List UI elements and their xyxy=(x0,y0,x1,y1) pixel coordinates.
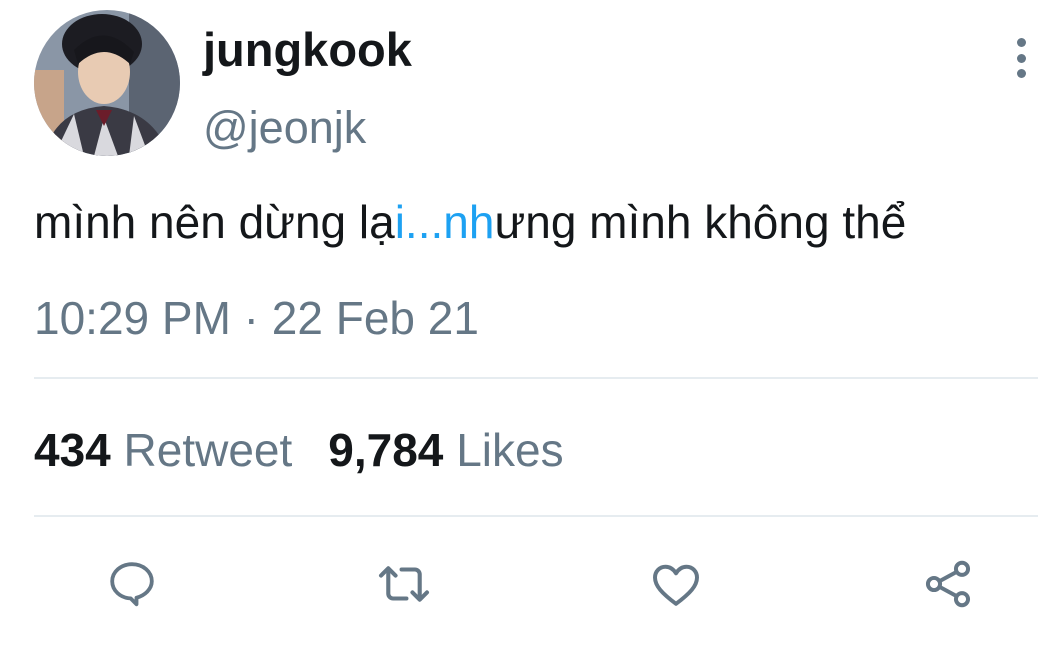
likes-stat[interactable]: 9,784 Likes xyxy=(328,424,563,476)
like-button[interactable] xyxy=(644,552,708,616)
reply-icon xyxy=(110,562,154,607)
likes-count: 9,784 xyxy=(328,424,444,476)
tweet-card: jungkook @jeonjk mình nên dừng lại...như… xyxy=(0,0,1038,665)
divider xyxy=(34,515,1038,517)
more-options-icon[interactable] xyxy=(1004,36,1038,80)
tweet-stats: 434 Retweet 9,784 Likes xyxy=(34,420,564,480)
display-name[interactable]: jungkook xyxy=(203,22,412,78)
tweet-text-part: mình nên dừng lạ xyxy=(34,196,395,248)
avatar[interactable] xyxy=(34,10,180,156)
user-handle[interactable]: @jeonjk xyxy=(203,100,366,156)
retweet-stat[interactable]: 434 Retweet xyxy=(34,424,292,476)
likes-label: Likes xyxy=(456,424,564,476)
dot xyxy=(1016,69,1026,78)
reply-button[interactable] xyxy=(100,552,164,616)
avatar-image xyxy=(34,10,180,156)
dot xyxy=(1016,53,1026,63)
heart-icon xyxy=(653,564,699,606)
dot xyxy=(1016,38,1026,47)
tweet-text-highlight: i...nh xyxy=(394,196,495,248)
retweet-count: 434 xyxy=(34,424,111,476)
tweet-text: mình nên dừng lại...nhưng mình không thể xyxy=(34,190,906,254)
timestamp[interactable]: 10:29 PM · 22 Feb 21 xyxy=(34,290,479,346)
tweet-text-part: ưng mình không thể xyxy=(494,196,907,248)
retweet-icon xyxy=(378,566,430,602)
share-button[interactable] xyxy=(916,552,980,616)
retweet-label: Retweet xyxy=(123,424,293,476)
divider xyxy=(34,377,1038,379)
share-icon xyxy=(925,560,971,608)
retweet-button[interactable] xyxy=(372,552,436,616)
